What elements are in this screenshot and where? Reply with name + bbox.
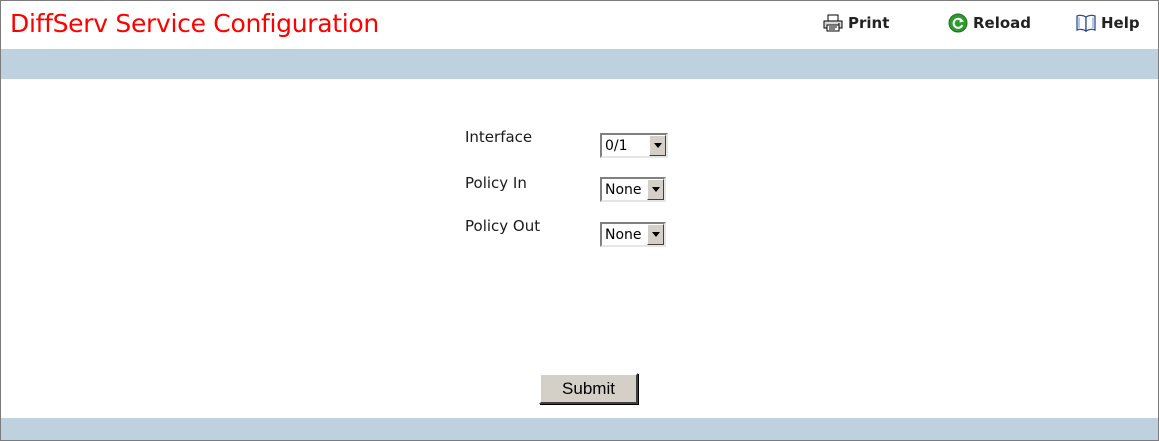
page-title: DiffServ Service Configuration (10, 9, 379, 38)
printer-icon (823, 14, 843, 32)
reload-icon (948, 13, 968, 33)
chevron-down-icon[interactable] (649, 135, 666, 156)
help-label: Help (1101, 14, 1140, 32)
reload-button[interactable]: Reload (948, 11, 1031, 35)
policy-in-value: None (605, 182, 642, 198)
policy-out-select[interactable]: None (600, 222, 666, 247)
policy-out-label: Policy Out (465, 217, 541, 235)
policy-in-label: Policy In (465, 174, 527, 192)
policy-out-value: None (605, 227, 642, 243)
print-button[interactable]: Print (823, 11, 889, 35)
interface-select[interactable]: 0/1 (600, 133, 668, 158)
interface-label: Interface (465, 128, 533, 146)
help-button[interactable]: Help (1076, 11, 1140, 35)
policy-in-select[interactable]: None (600, 177, 666, 202)
footer-band (1, 418, 1158, 440)
header-band (1, 49, 1158, 79)
chevron-down-icon[interactable] (647, 224, 664, 245)
submit-button[interactable]: Submit (539, 373, 638, 404)
help-book-icon (1076, 14, 1096, 32)
chevron-down-icon[interactable] (647, 179, 664, 200)
page-frame: DiffServ Service Configuration Print Rel… (0, 0, 1159, 441)
interface-value: 0/1 (605, 138, 628, 154)
page-header: DiffServ Service Configuration Print Rel… (1, 1, 1158, 49)
print-label: Print (848, 14, 890, 32)
reload-label: Reload (973, 14, 1032, 32)
